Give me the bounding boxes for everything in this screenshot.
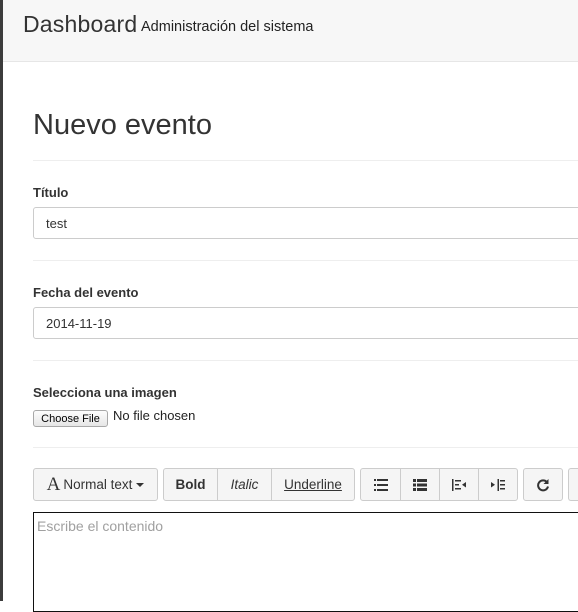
ordered-list-icon	[413, 478, 427, 491]
italic-button[interactable]: Italic	[217, 469, 271, 500]
divider	[33, 447, 578, 448]
header-subtitle: Administración del sistema	[141, 19, 314, 35]
style-group: A Normal text	[33, 468, 158, 501]
extra-toolbar-group	[568, 468, 578, 501]
titulo-input[interactable]	[33, 207, 578, 239]
divider	[33, 360, 578, 361]
divider	[33, 160, 578, 161]
font-icon: A	[46, 473, 61, 495]
underline-button[interactable]: Underline	[271, 469, 354, 500]
titulo-label: Título	[33, 185, 69, 200]
editor-placeholder: Escribe el contenido	[37, 518, 164, 534]
divider	[33, 260, 578, 261]
redo-button[interactable]	[524, 469, 562, 500]
indent-button[interactable]	[478, 469, 517, 500]
brand-title[interactable]: Dashboard	[23, 11, 137, 38]
file-status: No file chosen	[113, 408, 196, 423]
top-header: Dashboard Administración del sistema	[3, 0, 578, 62]
ordered-list-button[interactable]	[400, 469, 439, 500]
outdent-button[interactable]	[439, 469, 478, 500]
main-content: Nuevo evento Título Fecha del evento Sel…	[3, 62, 578, 612]
content-editor[interactable]: Escribe el contenido	[33, 512, 578, 612]
history-group	[523, 468, 563, 501]
list-group	[360, 468, 518, 501]
unordered-list-icon	[373, 478, 388, 491]
fecha-label: Fecha del evento	[33, 285, 139, 300]
page-title: Nuevo evento	[33, 109, 212, 141]
redo-icon	[537, 478, 549, 491]
fecha-input[interactable]	[33, 307, 578, 339]
outdent-icon	[452, 478, 466, 491]
unordered-list-button[interactable]	[361, 469, 400, 500]
chevron-down-icon	[136, 482, 145, 487]
indent-icon	[491, 478, 505, 491]
text-style-dropdown[interactable]: A Normal text	[34, 469, 157, 500]
choose-file-button[interactable]: Choose File	[33, 410, 108, 427]
bold-button[interactable]: Bold	[164, 469, 217, 500]
imagen-label: Selecciona una imagen	[33, 385, 177, 400]
text-style-label: Normal text	[63, 477, 133, 492]
format-group: Bold Italic Underline	[163, 468, 355, 501]
